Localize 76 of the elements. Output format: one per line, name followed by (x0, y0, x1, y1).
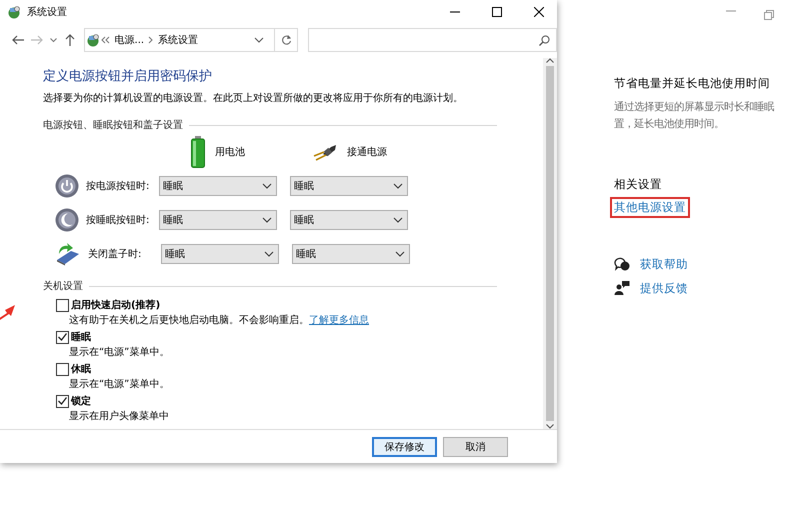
moon-icon (55, 208, 79, 232)
option-label: 休眠 (71, 362, 91, 376)
battery-icon (191, 136, 205, 168)
learn-more-link[interactable]: 了解更多信息 (309, 315, 369, 326)
dropdown[interactable]: 睡眠 (161, 244, 279, 264)
cancel-button[interactable]: 取消 (443, 436, 508, 456)
option-description: 显示在“电源”菜单中。 (69, 347, 170, 358)
dropdown[interactable]: 睡眠 (290, 210, 408, 230)
minimize-icon (726, 10, 736, 13)
option-description: 显示在“电源”菜单中。 (69, 379, 170, 390)
page-heading: 定义电源按钮并启用密码保护 (43, 68, 213, 85)
double-chevron-icon (100, 36, 111, 44)
dropdown[interactable]: 睡眠 (292, 244, 410, 264)
column-header: 接通电源 (347, 146, 387, 159)
section-title: 关机设置 (43, 280, 83, 293)
save-button[interactable]: 保存修改 (372, 436, 437, 456)
feedback-icon (614, 280, 630, 296)
search-field[interactable] (308, 28, 557, 52)
refresh-icon (280, 34, 292, 46)
search-icon (538, 34, 550, 46)
page-description: 选择要为你的计算机设置的电源设置。在此页上对设置所做的更改将应用于你所有的电源计划。 (43, 92, 464, 105)
restore-icon (764, 10, 774, 20)
option-description: 显示在用户头像菜单中 (69, 411, 169, 422)
checkbox[interactable] (56, 330, 69, 344)
setting-label: 按睡眠按钮时: (86, 214, 150, 227)
forward-arrow-icon (30, 35, 43, 45)
scrollbar[interactable] (543, 58, 557, 429)
caret-icon (254, 37, 264, 43)
window-title: 系统设置 (27, 6, 67, 19)
checkbox[interactable] (56, 394, 69, 408)
check-icon (58, 333, 67, 341)
maximize-icon (492, 7, 502, 17)
related-settings-title: 相关设置 (614, 177, 663, 192)
setting-label: 按电源按钮时: (86, 180, 150, 193)
power-settings-link[interactable]: 其他电源设置 (610, 197, 690, 218)
caret-icon (50, 38, 57, 42)
plug-icon (313, 142, 337, 162)
check-icon (58, 397, 67, 405)
caret-icon (393, 217, 403, 223)
refresh-button[interactable] (275, 28, 298, 52)
caret-icon (262, 183, 272, 189)
option-label: 启用快速启动(推荐) (71, 298, 160, 312)
column-header: 用电池 (215, 146, 245, 159)
checkbox[interactable] (56, 362, 69, 376)
caret-icon (395, 251, 405, 257)
laptop-icon (55, 242, 81, 266)
chevron-icon (148, 36, 154, 44)
checkbox[interactable] (56, 298, 69, 312)
support-link[interactable]: 获取帮助 (640, 256, 688, 272)
panel-description: 置，延长电池使用时间。 (614, 117, 725, 132)
address-bar[interactable]: 电源... 系统设置 (84, 28, 275, 52)
caret-icon (264, 251, 274, 257)
up-arrow-icon (64, 34, 75, 46)
panel-title: 节省电量并延长电池使用时间 (614, 76, 771, 91)
dropdown[interactable]: 睡眠 (290, 176, 408, 196)
setting-label: 关闭盖子时: (88, 248, 142, 261)
scroll-up-icon (546, 58, 554, 63)
option-label: 锁定 (71, 394, 91, 408)
close-icon (534, 7, 544, 17)
option-description: 这有助于在关机之后更快地启动电脑。不会影响重启。 (69, 315, 309, 326)
breadcrumb-item[interactable]: 系统设置 (154, 33, 202, 47)
section-title: 电源按钮、睡眠按钮和盖子设置 (43, 118, 183, 132)
back-arrow-icon (12, 35, 24, 45)
option-label: 睡眠 (71, 330, 91, 344)
control-panel-icon (7, 5, 21, 19)
breadcrumb-item[interactable]: 电源... (110, 33, 148, 47)
caret-icon (262, 217, 272, 223)
caret-icon (393, 183, 403, 189)
dropdown[interactable]: 睡眠 (159, 176, 277, 196)
help-icon (614, 256, 630, 272)
scroll-down-icon (546, 424, 554, 429)
control-panel-icon (84, 33, 101, 47)
support-link[interactable]: 提供反馈 (640, 280, 688, 296)
dropdown[interactable]: 睡眠 (159, 210, 277, 230)
power-icon (55, 174, 79, 198)
panel-description: 通过选择更短的屏幕显示时长和睡眠 (614, 100, 776, 115)
